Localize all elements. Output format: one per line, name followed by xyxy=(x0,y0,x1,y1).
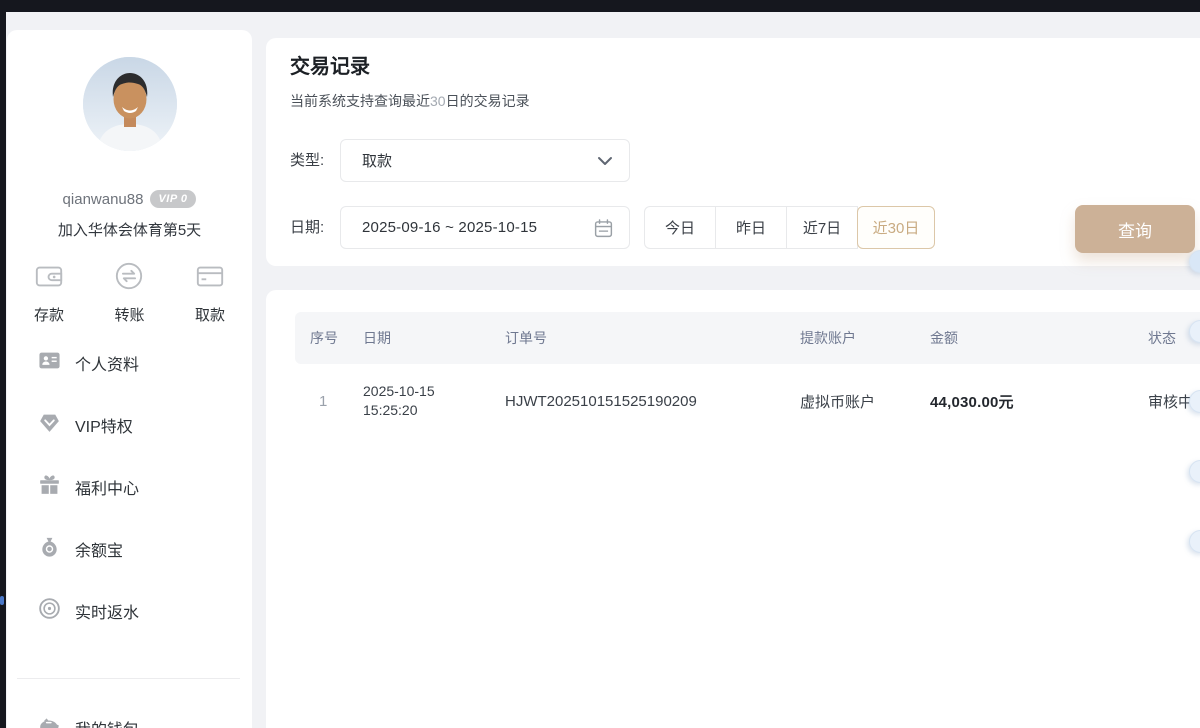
date-quick-range-group: 今日 昨日 近7日 近30日 xyxy=(644,206,935,249)
type-filter-label: 类型: xyxy=(290,139,324,182)
range-30days-button[interactable]: 近30日 xyxy=(857,206,935,249)
quick-action-label: 转账 xyxy=(114,304,144,325)
membership-duration-text: 加入华体会体育第5天 xyxy=(7,219,252,240)
gift-icon xyxy=(38,473,61,501)
quick-actions: 存款 转账 取款 xyxy=(7,261,252,325)
browser-top-bar xyxy=(0,0,1200,12)
cell-date-line2: 15:25:20 xyxy=(363,402,418,418)
date-filter-label: 日期: xyxy=(290,206,324,249)
cell-order-no: HJWT202510151525190209 xyxy=(505,393,800,410)
sidebar-divider xyxy=(17,678,240,679)
piggy-bank-icon xyxy=(38,714,61,728)
sidebar: qianwanu88 VIP 0 加入华体会体育第5天 存款 转账 xyxy=(7,30,252,728)
user-identity: qianwanu88 VIP 0 xyxy=(7,190,252,208)
subtitle-prefix: 当前系统支持查询最近 xyxy=(290,93,430,109)
table-header-row: 序号 日期 订单号 提款账户 金额 状态 xyxy=(295,312,1200,364)
floating-service-button[interactable] xyxy=(1189,250,1200,273)
quick-action-label: 取款 xyxy=(195,304,225,325)
range-today-button[interactable]: 今日 xyxy=(644,206,716,249)
page-title: 交易记录 xyxy=(290,50,370,79)
id-card-icon xyxy=(38,349,61,377)
search-button[interactable]: 查询 xyxy=(1075,205,1195,253)
chevron-down-icon xyxy=(597,154,613,173)
sidebar-item-label: VIP特权 xyxy=(75,413,133,437)
sidebar-item-label: 福利中心 xyxy=(75,475,139,499)
sidebar-item-yuebao[interactable]: 余额宝 xyxy=(7,518,252,580)
vip-gem-icon xyxy=(38,411,61,439)
quick-action-label: 存款 xyxy=(34,304,64,325)
left-edge-strip xyxy=(0,0,6,728)
sidebar-item-my-wallet[interactable]: 我的钱包 xyxy=(7,702,252,728)
sidebar-item-rebate[interactable]: 实时返水 xyxy=(7,580,252,642)
calendar-icon xyxy=(593,218,614,244)
withdraw-action[interactable]: 取款 xyxy=(195,261,225,325)
cell-index: 1 xyxy=(295,393,363,410)
account-transactions-page: qianwanu88 VIP 0 加入华体会体育第5天 存款 转账 xyxy=(0,0,1200,728)
sidebar-item-benefits[interactable]: 福利中心 xyxy=(7,456,252,518)
sidebar-item-label: 实时返水 xyxy=(75,599,139,623)
deposit-action[interactable]: 存款 xyxy=(34,261,64,325)
col-header-index: 序号 xyxy=(295,328,363,348)
col-header-amount: 金额 xyxy=(930,328,1148,348)
cell-account: 虚拟币账户 xyxy=(800,391,930,412)
cell-date: 2025-10-15 15:25:20 xyxy=(363,382,505,420)
range-7days-button[interactable]: 近7日 xyxy=(786,206,858,249)
type-select[interactable]: 取款 xyxy=(340,139,630,182)
table-row: 1 2025-10-15 15:25:20 HJWT20251015152519… xyxy=(295,364,1200,438)
col-header-order-no: 订单号 xyxy=(505,328,800,348)
sidebar-item-label: 我的钱包 xyxy=(75,716,139,728)
transfer-icon xyxy=(114,261,144,296)
type-select-value: 取款 xyxy=(341,150,392,171)
sidebar-item-label: 个人资料 xyxy=(75,351,139,375)
cell-amount: 44,030.00元 xyxy=(930,391,1148,412)
date-range-input[interactable]: 2025-09-16 ~ 2025-10-15 xyxy=(340,206,630,249)
range-yesterday-button[interactable]: 昨日 xyxy=(715,206,787,249)
sidebar-menu: 个人资料 VIP特权 福利中心 余额宝 xyxy=(7,332,252,642)
sidebar-item-vip[interactable]: VIP特权 xyxy=(7,394,252,456)
avatar-portrait xyxy=(83,57,177,151)
rebate-coin-icon xyxy=(38,597,61,625)
bank-card-icon xyxy=(195,261,225,296)
col-header-date: 日期 xyxy=(363,328,505,348)
left-strip-marker xyxy=(0,596,4,605)
subtitle-highlight: 30 xyxy=(430,93,446,109)
money-bag-icon xyxy=(38,535,61,563)
sidebar-item-profile[interactable]: 个人资料 xyxy=(7,332,252,394)
filter-panel: 交易记录 当前系统支持查询最近30日的交易记录 类型: 取款 日期: 2025-… xyxy=(266,38,1200,266)
sidebar-item-label: 余额宝 xyxy=(75,537,123,561)
wallet-icon xyxy=(34,261,64,296)
avatar xyxy=(83,57,177,151)
col-header-account: 提款账户 xyxy=(800,328,930,348)
transactions-table-panel: 序号 日期 订单号 提款账户 金额 状态 1 2025-10-15 15:25:… xyxy=(266,290,1200,728)
page-subtitle: 当前系统支持查询最近30日的交易记录 xyxy=(290,91,530,111)
transfer-action[interactable]: 转账 xyxy=(114,261,144,325)
vip-level-badge: VIP 0 xyxy=(150,190,196,208)
date-range-value: 2025-09-16 ~ 2025-10-15 xyxy=(341,219,537,236)
subtitle-suffix: 日的交易记录 xyxy=(446,93,530,109)
username: qianwanu88 xyxy=(63,191,144,208)
cell-date-line1: 2025-10-15 xyxy=(363,383,435,399)
